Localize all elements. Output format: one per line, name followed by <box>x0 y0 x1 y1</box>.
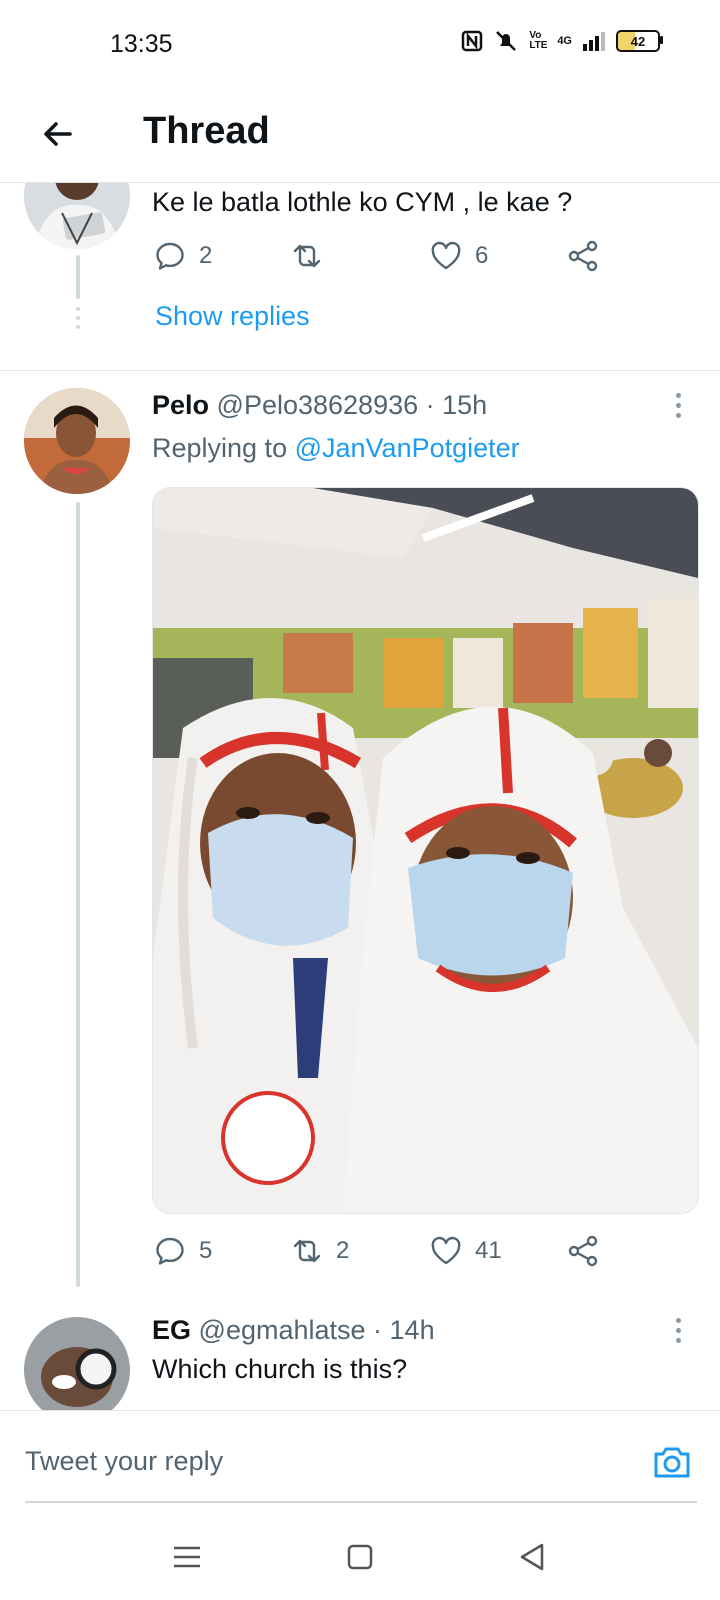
page-title: Thread <box>143 110 270 152</box>
back-button[interactable] <box>36 112 80 156</box>
share-icon <box>568 1235 598 1267</box>
reply-count: 5 <box>199 1237 213 1264</box>
avatar[interactable] <box>24 183 130 249</box>
reply-input[interactable]: Tweet your reply <box>25 1446 223 1477</box>
share-icon <box>568 240 598 272</box>
author-name[interactable]: EG <box>152 1315 191 1345</box>
reply-button[interactable]: 2 <box>153 239 212 273</box>
status-bar: 13:35 Vo LTE 4G 42 <box>0 0 720 90</box>
tweet-text: Which church is this? <box>152 1354 408 1384</box>
thread-gap-dots <box>76 307 80 334</box>
tweet-author-line: EG @egmahlatse · 14h <box>152 1315 435 1346</box>
like-button[interactable]: 41 <box>429 1234 502 1268</box>
home-nav-button[interactable] <box>343 1540 377 1574</box>
author-handle[interactable]: @egmahlatse <box>199 1315 366 1345</box>
menu-nav-button[interactable] <box>170 1540 204 1574</box>
replying-to-label: Replying to <box>152 433 288 463</box>
author-handle[interactable]: @Pelo38628936 <box>217 390 419 420</box>
nfc-icon <box>462 30 483 52</box>
thread-connector <box>76 502 80 1287</box>
status-icons: Vo LTE 4G 42 <box>461 30 663 52</box>
arrow-left-icon <box>44 122 72 146</box>
battery-level: 42 <box>630 33 646 49</box>
retweet-icon <box>293 244 321 268</box>
mute-bell-icon <box>496 31 517 51</box>
tweet-actions: 2 6 <box>153 239 623 279</box>
reply-icon <box>156 242 184 270</box>
author-name[interactable]: Pelo <box>152 390 209 420</box>
triangle-back-icon <box>520 1543 544 1571</box>
reply-composer: Tweet your reply <box>0 1410 720 1511</box>
retweet-button[interactable]: 2 <box>290 1234 349 1268</box>
heart-icon <box>431 1236 461 1265</box>
thread-connector <box>76 255 80 299</box>
reply-button[interactable]: 5 <box>153 1234 212 1268</box>
thread-header: Thread <box>0 90 720 183</box>
square-home-icon <box>347 1544 373 1570</box>
system-nav-bar <box>0 1510 720 1600</box>
volte-label: Vo LTE <box>529 30 548 51</box>
replying-to-handle[interactable]: @JanVanPotgieter <box>295 433 520 463</box>
retweet-button[interactable] <box>290 239 336 273</box>
avatar[interactable] <box>24 1317 130 1410</box>
reply-icon <box>156 1237 184 1265</box>
more-options-button[interactable] <box>676 1318 682 1348</box>
retweet-icon <box>293 1239 321 1263</box>
more-options-button[interactable] <box>676 393 682 423</box>
tweet-photo[interactable] <box>152 487 699 1214</box>
like-count: 6 <box>475 242 489 269</box>
signal-icon <box>583 32 605 51</box>
tweet-time: · 15h <box>425 390 488 420</box>
like-count: 41 <box>475 1237 502 1264</box>
heart-icon <box>431 241 461 270</box>
tweet-time: · 14h <box>373 1315 435 1345</box>
share-button[interactable] <box>566 239 600 273</box>
camera-button[interactable] <box>651 1441 693 1483</box>
status-time: 13:35 <box>110 30 173 58</box>
tweet-author-line: Pelo @Pelo38628936 · 15h <box>152 390 487 421</box>
avatar[interactable] <box>24 388 130 494</box>
retweet-count: 2 <box>336 1237 350 1264</box>
back-nav-button[interactable] <box>515 1540 549 1574</box>
menu-icon <box>174 1546 200 1568</box>
replying-to: Replying to @JanVanPotgieter <box>152 433 520 464</box>
like-button[interactable]: 6 <box>429 239 488 273</box>
share-button[interactable] <box>566 1234 600 1268</box>
camera-icon <box>654 1447 690 1478</box>
tweet-item[interactable]: EG @egmahlatse · 14h Which church is thi… <box>0 1305 720 1410</box>
composer-underline <box>25 1501 697 1503</box>
tweet-item[interactable]: Ke le batla lothle ko CYM , le kae ? 2 6… <box>0 183 720 371</box>
network-label: 4G <box>557 35 572 47</box>
tweet-actions: 5 2 41 <box>153 1234 623 1274</box>
reply-count: 2 <box>199 242 213 269</box>
battery-icon: 42 <box>616 30 663 52</box>
tweet-text: Ke le batla lothle ko CYM , le kae ? <box>152 187 573 217</box>
show-replies-link[interactable]: Show replies <box>155 301 310 332</box>
